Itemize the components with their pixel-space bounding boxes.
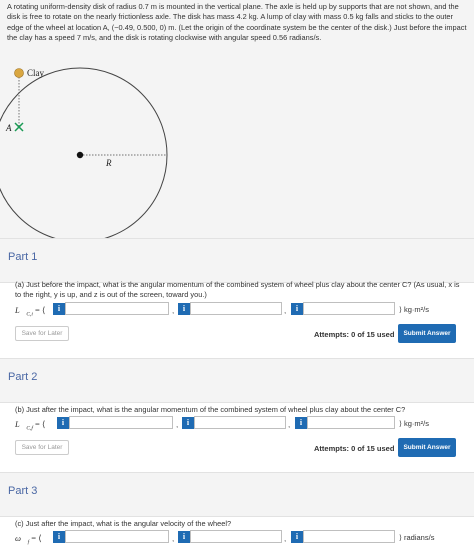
part-2-question: (b) Just after the impact, what is the a… [15, 405, 406, 414]
save-for-later-button[interactable]: Save for Later [15, 440, 69, 455]
problem-panel: A rotating uniform-density disk of radiu… [0, 0, 474, 239]
submit-answer-button[interactable]: Submit Answer [398, 438, 456, 457]
part-1-answer-row: L⃗C,i = ⟨ i , i , i ⟩ kg·m²/s [15, 302, 430, 318]
submit-answer-button[interactable]: Submit Answer [398, 324, 456, 343]
part-1-title: Part 1 [8, 251, 38, 263]
y-component-input[interactable] [190, 302, 282, 315]
info-icon[interactable]: i [57, 417, 69, 429]
part-3-title: Part 3 [8, 485, 38, 497]
z-component-input[interactable] [303, 530, 395, 543]
part-1-question: (a) Just before the impact, what is the … [15, 280, 460, 299]
z-component-input[interactable] [307, 416, 395, 429]
clay-icon [14, 68, 24, 78]
part-1-header[interactable]: Part 1 [0, 238, 474, 283]
x-component-input[interactable] [65, 530, 169, 543]
part-2-title: Part 2 [8, 371, 38, 383]
unit-label: ⟩ kg·m²/s [399, 419, 430, 428]
point-a-label: A [5, 123, 12, 133]
problem-text: A rotating uniform-density disk of radiu… [7, 2, 467, 42]
clay-label: Clay [27, 68, 44, 78]
vector-label: ω⃗f = ⟨ [15, 533, 42, 546]
x-component-input[interactable] [69, 416, 173, 429]
part-3-answer-row: ω⃗f = ⟨ i , i , i ⟩ radians/s [15, 530, 435, 546]
attempts-counter: Attempts: 0 of 15 used [314, 444, 395, 453]
part-3-header[interactable]: Part 3 [0, 472, 474, 517]
unit-label: ⟩ kg·m²/s [399, 305, 430, 314]
info-icon[interactable]: i [291, 531, 303, 543]
info-icon[interactable]: i [291, 303, 303, 315]
attempts-counter: Attempts: 0 of 15 used [314, 330, 395, 339]
part-3-question: (c) Just after the impact, what is the a… [15, 519, 232, 528]
z-component-input[interactable] [303, 302, 395, 315]
info-icon[interactable]: i [178, 303, 190, 315]
y-component-input[interactable] [190, 530, 282, 543]
center-dot [76, 151, 84, 159]
info-icon[interactable]: i [53, 303, 65, 315]
save-for-later-button[interactable]: Save for Later [15, 326, 69, 341]
part-2-header[interactable]: Part 2 [0, 358, 474, 403]
disk [0, 67, 168, 238]
vector-label: L⃗C,i = ⟨ [15, 305, 46, 318]
x-component-input[interactable] [65, 302, 169, 315]
unit-label: ⟩ radians/s [399, 533, 435, 542]
info-icon[interactable]: i [53, 531, 65, 543]
disk-figure: Clay A R [0, 67, 168, 238]
part-2-answer-row: L⃗C,f = ⟨ i , i , i ⟩ kg·m²/s [15, 416, 430, 432]
info-icon[interactable]: i [178, 531, 190, 543]
vector-label: L⃗C,f = ⟨ [15, 419, 46, 432]
y-component-input[interactable] [194, 416, 286, 429]
info-icon[interactable]: i [182, 417, 194, 429]
radius-label: R [105, 158, 112, 168]
info-icon[interactable]: i [295, 417, 307, 429]
